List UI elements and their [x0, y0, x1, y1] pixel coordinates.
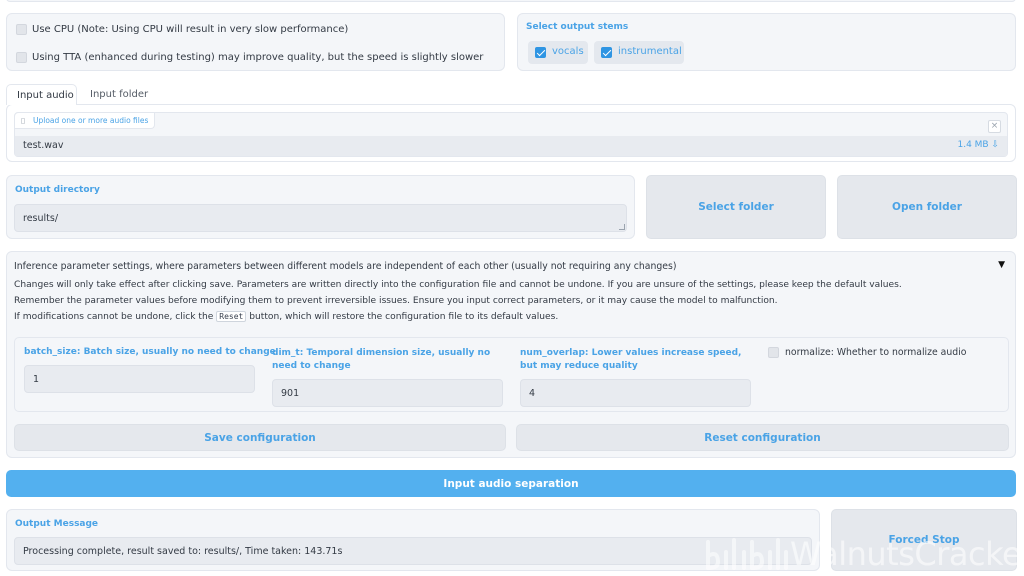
- note3-pre: If modifications cannot be undone, click…: [14, 312, 214, 322]
- num-overlap-value: 4: [529, 387, 536, 399]
- parameters-group: batch_size: Batch size, usually no need …: [14, 337, 1009, 412]
- collapse-toggle-icon[interactable]: ▼: [998, 260, 1005, 270]
- output-message-text: Processing complete, result saved to: re…: [23, 545, 343, 557]
- resize-handle-icon[interactable]: [619, 224, 625, 230]
- watermark-text: WalnutsCracker: [790, 535, 1024, 573]
- inference-note-2: Remember the parameter values before mod…: [14, 296, 778, 306]
- batch-size-value: 1: [33, 373, 40, 385]
- stem-option-vocals[interactable]: vocals: [528, 41, 588, 64]
- use-tta-label: Using TTA (enhanced during testing) may …: [32, 52, 484, 63]
- reset-configuration-button[interactable]: Reset configuration: [516, 424, 1009, 451]
- output-directory-panel: Output directory results/: [6, 175, 635, 239]
- batch-size-label: batch_size: Batch size, usually no need …: [24, 347, 276, 357]
- close-icon: ×: [990, 121, 999, 131]
- file-name: test.wav: [23, 140, 64, 151]
- use-cpu-checkbox[interactable]: [16, 24, 27, 35]
- note3-post: button, which will restore the configura…: [249, 312, 559, 322]
- upload-close-button[interactable]: ×: [988, 120, 1001, 133]
- upload-panel: ▯ Upload one or more audio files × test.…: [6, 104, 1016, 162]
- inference-settings-panel: Inference parameter settings, where para…: [6, 251, 1016, 458]
- instrumental-label: instrumental: [618, 46, 682, 57]
- output-message-label: Output Message: [15, 519, 99, 529]
- save-configuration-button[interactable]: Save configuration: [14, 424, 506, 451]
- dim-t-input[interactable]: 901: [272, 379, 503, 407]
- dim-t-label: dim_t: Temporal dimension size, usually …: [272, 347, 508, 373]
- tab-input-folder-label: Input folder: [90, 89, 149, 100]
- tab-input-folder[interactable]: Input folder: [80, 84, 150, 105]
- output-message-panel: Output Message Processing complete, resu…: [6, 509, 820, 571]
- reset-code: Reset: [216, 311, 247, 322]
- vocals-label: vocals: [552, 46, 584, 57]
- output-directory-value: results/: [23, 212, 59, 224]
- dim-t-label-text: dim_t: Temporal dimension size, usually …: [272, 348, 491, 371]
- inference-header[interactable]: Inference parameter settings, where para…: [14, 261, 676, 272]
- upload-file-icon: ▯: [21, 116, 26, 125]
- output-directory-input[interactable]: results/: [14, 204, 627, 232]
- uploaded-file-row[interactable]: test.wav 1.4 MB ⇩: [15, 136, 1007, 156]
- inference-note-1: Changes will only take effect after clic…: [14, 280, 902, 290]
- batch-size-input[interactable]: 1: [24, 365, 255, 393]
- instrumental-checkbox[interactable]: [601, 47, 612, 58]
- select-folder-button[interactable]: Select folder: [646, 175, 826, 239]
- open-folder-button[interactable]: Open folder: [837, 175, 1017, 239]
- normalize-label: normalize: Whether to normalize audio: [785, 347, 967, 358]
- num-overlap-input[interactable]: 4: [520, 379, 751, 407]
- output-stems-panel: Select output stems vocals instrumental: [517, 13, 1016, 71]
- output-directory-label: Output directory: [15, 185, 100, 195]
- top-panel-edge: [6, 0, 1016, 2]
- num-overlap-label: num_overlap: Lower values increase speed…: [520, 347, 756, 373]
- stem-option-instrumental[interactable]: instrumental: [594, 41, 684, 64]
- output-message-box[interactable]: Processing complete, result saved to: re…: [14, 537, 812, 565]
- tab-input-audio-label: Input audio: [17, 90, 74, 101]
- num-overlap-label-text: num_overlap: Lower values increase speed…: [520, 348, 742, 371]
- bilibili-icon: [706, 538, 788, 570]
- tab-input-audio[interactable]: Input audio: [6, 84, 77, 105]
- use-cpu-label: Use CPU (Note: Using CPU will result in …: [32, 24, 349, 35]
- upload-label-box[interactable]: ▯ Upload one or more audio files: [15, 113, 155, 129]
- stems-title: Select output stems: [526, 22, 629, 32]
- upload-inner[interactable]: ▯ Upload one or more audio files × test.…: [14, 112, 1008, 157]
- use-tta-checkbox[interactable]: [16, 52, 27, 63]
- file-size: 1.4 MB ⇩: [957, 140, 999, 150]
- input-audio-separation-button[interactable]: Input audio separation: [6, 470, 1016, 497]
- inference-note-3: If modifications cannot be undone, click…: [14, 311, 559, 322]
- options-panel: Use CPU (Note: Using CPU will result in …: [6, 13, 505, 71]
- dim-t-value: 901: [281, 387, 300, 399]
- upload-label: Upload one or more audio files: [33, 116, 149, 125]
- normalize-checkbox[interactable]: [768, 347, 779, 358]
- bilibili-logo-watermark: [702, 534, 790, 574]
- vocals-checkbox[interactable]: [535, 47, 546, 58]
